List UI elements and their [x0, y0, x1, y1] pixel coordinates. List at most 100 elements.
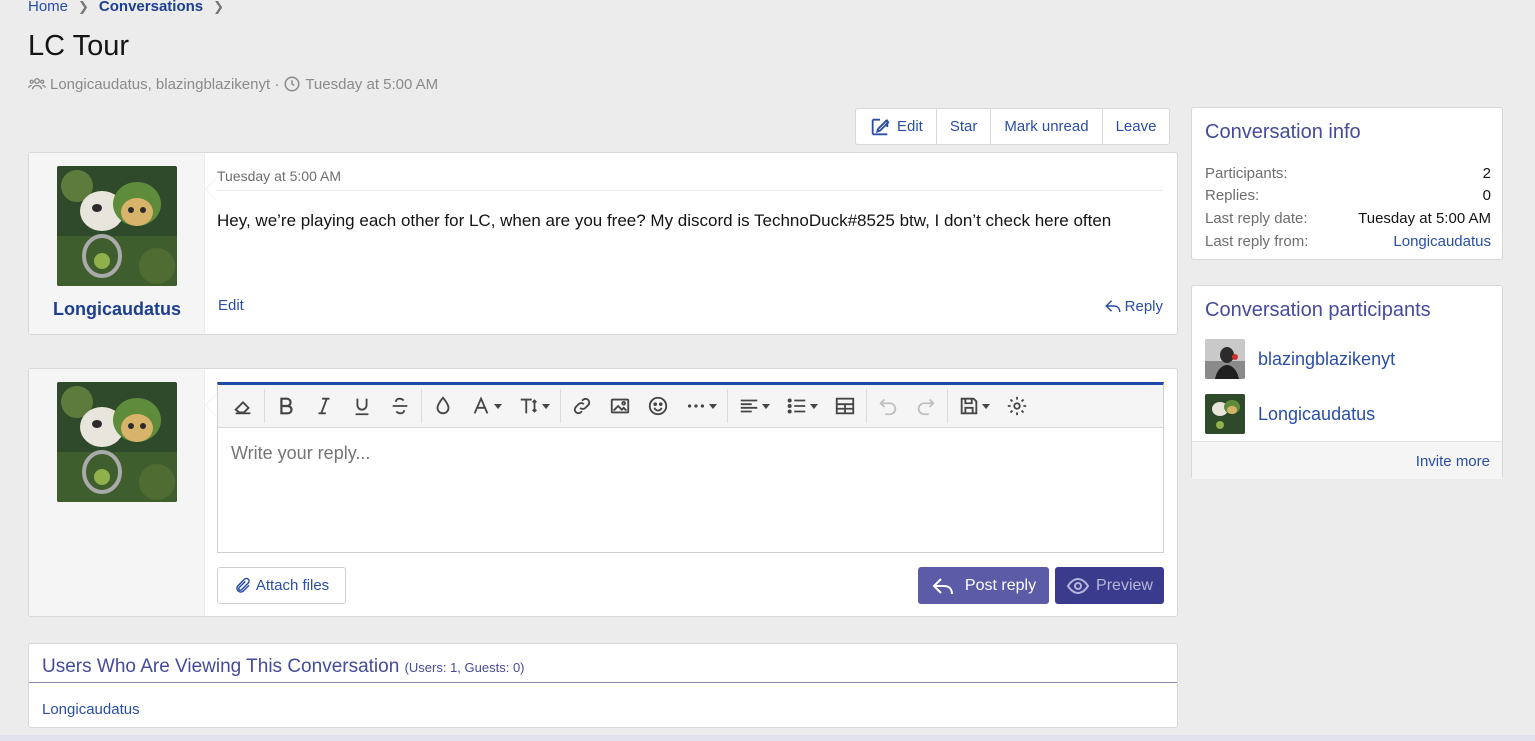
- edit-button[interactable]: Edit: [856, 109, 937, 144]
- paperclip-icon: [236, 577, 250, 593]
- text-color-button[interactable]: [424, 391, 462, 421]
- reply-arrow: [205, 393, 217, 417]
- viewers-block: Users Who Are Viewing This Conversation …: [28, 643, 1178, 728]
- conversation-meta: Longicaudatus, blazingblazikenyt · Tuesd…: [28, 75, 438, 93]
- breadcrumb: Home ❯ Conversations ❯: [28, 0, 234, 15]
- more-options-button[interactable]: [677, 391, 725, 421]
- mark-unread-button[interactable]: Mark unread: [991, 109, 1103, 144]
- message-author[interactable]: Longicaudatus: [29, 299, 205, 320]
- clear-formatting-button[interactable]: [224, 391, 262, 421]
- droplet-icon: [436, 396, 450, 415]
- edit-icon: [871, 118, 890, 135]
- font-family-button[interactable]: [462, 391, 510, 421]
- info-label: Participants:: [1205, 165, 1288, 182]
- participant-item[interactable]: blazingblazikenyt: [1205, 339, 1395, 379]
- drafts-button[interactable]: [950, 391, 998, 421]
- redo-button[interactable]: [907, 391, 945, 421]
- undo-icon: [879, 398, 897, 416]
- avatar[interactable]: [1205, 394, 1245, 434]
- preview-label: Preview: [1096, 576, 1153, 594]
- redo-icon: [917, 398, 935, 416]
- last-reply-user-link[interactable]: Longicaudatus: [1393, 233, 1491, 250]
- gear-icon: [1007, 396, 1027, 416]
- avatar[interactable]: [1205, 339, 1245, 379]
- message-reply-link[interactable]: Reply: [1104, 297, 1163, 315]
- toolbar-separator: [866, 389, 867, 423]
- conversation-participants-block: Conversation participants blazingblazike…: [1191, 285, 1503, 479]
- attach-files-button[interactable]: Attach files: [217, 567, 346, 604]
- toolbar-separator: [421, 389, 422, 423]
- breadcrumb-home[interactable]: Home: [28, 0, 68, 15]
- insert-table-button[interactable]: [826, 391, 864, 421]
- align-button[interactable]: [730, 391, 778, 421]
- text-size-icon: [520, 398, 537, 414]
- preview-button[interactable]: Preview: [1055, 567, 1164, 604]
- message-date[interactable]: Tuesday at 5:00 AM: [217, 168, 1163, 191]
- align-left-icon: [740, 399, 758, 413]
- editor-settings-button[interactable]: [998, 391, 1036, 421]
- toolbar-separator: [264, 389, 265, 423]
- bold-button[interactable]: [267, 391, 305, 421]
- post-reply-label: Post reply: [964, 576, 1037, 594]
- insert-link-button[interactable]: [563, 391, 601, 421]
- avatar[interactable]: [57, 166, 177, 286]
- toolbar-separator: [947, 389, 948, 423]
- participant-name[interactable]: Longicaudatus: [1258, 404, 1375, 425]
- info-value: 0: [1482, 187, 1491, 204]
- info-label: Last reply from:: [1205, 233, 1309, 250]
- page-title: LC Tour: [28, 30, 130, 62]
- underline-button[interactable]: [343, 391, 381, 421]
- conversation-actions: Edit Star Mark unread Leave: [855, 108, 1171, 145]
- info-row-replies: Replies: 0: [1205, 187, 1491, 204]
- undo-button[interactable]: [869, 391, 907, 421]
- eye-icon: [1066, 577, 1090, 594]
- message-edit-link[interactable]: Edit: [218, 297, 244, 314]
- users-icon: [28, 78, 46, 90]
- toolbar-separator: [560, 389, 561, 423]
- message-content: Tuesday at 5:00 AM Hey, we’re playing ea…: [205, 153, 1177, 334]
- viewers-title: Users Who Are Viewing This Conversation …: [42, 656, 525, 678]
- ellipsis-icon: [687, 404, 705, 408]
- strikethrough-button[interactable]: [381, 391, 419, 421]
- leave-button[interactable]: Leave: [1103, 109, 1170, 144]
- list-icon: [787, 398, 806, 414]
- star-button[interactable]: Star: [937, 109, 992, 144]
- info-label: Last reply date:: [1205, 210, 1308, 227]
- invite-more-link[interactable]: Invite more: [1416, 453, 1490, 470]
- viewer-user[interactable]: Longicaudatus: [42, 701, 140, 718]
- reply-label: Reply: [1124, 297, 1163, 315]
- reply-user-cell: [29, 369, 205, 616]
- post-reply-button[interactable]: Post reply: [918, 567, 1049, 604]
- reply-icon: [1104, 300, 1121, 313]
- link-icon: [573, 397, 591, 415]
- italic-icon: [318, 397, 330, 415]
- info-value: Tuesday at 5:00 AM: [1358, 210, 1491, 227]
- font-size-button[interactable]: [510, 391, 558, 421]
- participant-name[interactable]: blazingblazikenyt: [1258, 349, 1395, 370]
- table-icon: [835, 397, 855, 415]
- image-icon: [610, 398, 630, 414]
- edit-label: Edit: [897, 118, 923, 135]
- participants-title: Conversation participants: [1205, 299, 1431, 321]
- message-body: Hey, we’re playing each other for LC, wh…: [217, 211, 1112, 230]
- reply-input[interactable]: [231, 443, 1131, 464]
- info-label: Replies:: [1205, 187, 1260, 204]
- reply-icon: [932, 577, 953, 594]
- participant-item[interactable]: Longicaudatus: [1205, 394, 1375, 434]
- insert-image-button[interactable]: [601, 391, 639, 421]
- emoji-button[interactable]: [639, 391, 677, 421]
- underline-icon: [355, 398, 369, 416]
- info-row-participants: Participants: 2: [1205, 165, 1491, 182]
- list-button[interactable]: [778, 391, 826, 421]
- viewers-counts: (Users: 1, Guests: 0): [404, 660, 525, 675]
- reply-form: Attach files Post reply Preview: [28, 368, 1178, 617]
- viewers-title-text: Users Who Are Viewing This Conversation: [42, 656, 400, 677]
- smile-icon: [648, 396, 668, 416]
- breadcrumb-conversations[interactable]: Conversations: [99, 0, 203, 15]
- page-bottom-strip: [0, 735, 1535, 741]
- date-meta: Tuesday at 5:00 AM: [305, 75, 439, 93]
- avatar[interactable]: [57, 382, 177, 502]
- italic-button[interactable]: [305, 391, 343, 421]
- message: Longicaudatus Tuesday at 5:00 AM Hey, we…: [28, 152, 1178, 335]
- bold-icon: [280, 397, 293, 415]
